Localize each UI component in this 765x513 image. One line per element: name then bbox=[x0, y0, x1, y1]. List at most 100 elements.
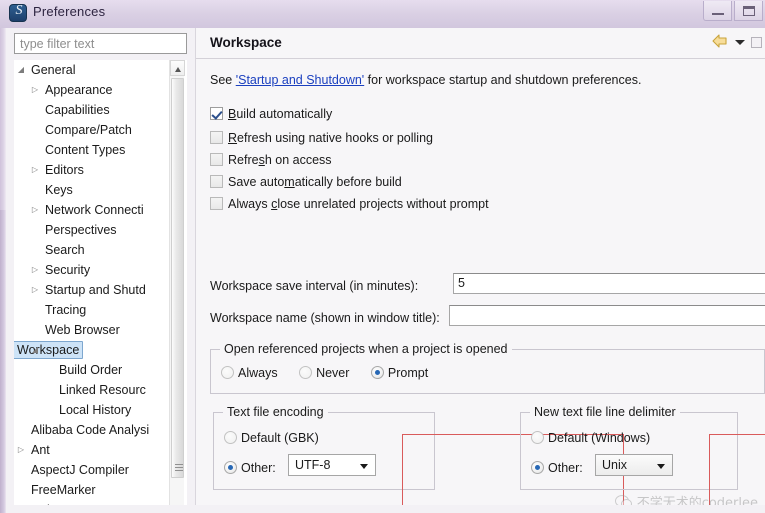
workspace-name-input[interactable] bbox=[449, 305, 765, 326]
tree-no-arrow-icon bbox=[30, 320, 40, 340]
back-arrow-icon[interactable] bbox=[711, 33, 729, 51]
sidebar-item-label: Capabilities bbox=[45, 103, 110, 117]
panel-menu-button[interactable] bbox=[751, 36, 762, 48]
sidebar-item-build-order[interactable]: Build Order bbox=[14, 360, 187, 380]
tree-no-arrow-icon bbox=[30, 220, 40, 240]
checkbox-refresh-on-access[interactable]: Refresh on access bbox=[210, 153, 332, 171]
checkbox-refresh-using-native-hooks-or-polling[interactable]: Refresh using native hooks or polling bbox=[210, 131, 433, 149]
text-file-encoding-group: Text file encoding Default (GBK) Other: … bbox=[213, 405, 435, 490]
panel-content: See 'Startup and Shutdown' for workspace… bbox=[196, 59, 765, 513]
encoding-default-radio[interactable]: Default (GBK) bbox=[224, 431, 319, 445]
radio-never-label: Never bbox=[316, 366, 350, 380]
maximize-button[interactable] bbox=[734, 1, 763, 21]
sidebar-item-freemarker[interactable]: FreeMarker bbox=[14, 480, 187, 500]
tree-collapsed-arrow-icon[interactable]: ▷ bbox=[30, 260, 40, 280]
radio-prompt[interactable]: Prompt bbox=[370, 366, 429, 380]
hint-prefix: See bbox=[210, 73, 236, 87]
tree-no-arrow-icon bbox=[44, 380, 54, 400]
sidebar-item-label: Security bbox=[45, 263, 91, 277]
radio-always[interactable]: Always bbox=[221, 366, 281, 380]
sidebar-item-capabilities[interactable]: Capabilities bbox=[14, 100, 187, 120]
checkbox-save-automatically-before-build[interactable]: Save automatically before build bbox=[210, 175, 402, 193]
sidebar-item-workspace[interactable]: ◢ Workspace bbox=[14, 340, 187, 360]
panel-header-tools bbox=[711, 33, 762, 51]
sidebar-item-label: Workspace bbox=[14, 341, 84, 359]
sidebar-item-local-history[interactable]: Local History bbox=[14, 400, 187, 420]
line-delimiter-group: New text file line delimiter Default (Wi… bbox=[520, 405, 738, 490]
sidebar-item-content-types[interactable]: Content Types bbox=[14, 140, 187, 160]
radio-prompt-label: Prompt bbox=[387, 366, 429, 380]
sidebar-item-network-connecti[interactable]: ▷ Network Connecti bbox=[14, 200, 187, 220]
eclipse-app-icon bbox=[9, 3, 28, 22]
save-interval-input[interactable]: 5 bbox=[453, 273, 765, 294]
scroll-up-arrow-icon[interactable] bbox=[170, 60, 185, 76]
sidebar-item-keys[interactable]: Keys bbox=[14, 180, 187, 200]
checkbox-always-close-unrelated-projects-without-prompt[interactable]: Always close unrelated projects without … bbox=[210, 197, 489, 215]
sidebar-item-ant[interactable]: ▷ Ant bbox=[14, 440, 187, 460]
filter-input[interactable]: type filter text bbox=[14, 33, 187, 54]
tree-collapsed-arrow-icon[interactable]: ▷ bbox=[30, 280, 40, 300]
tree-collapsed-arrow-icon[interactable]: ▷ bbox=[30, 200, 40, 220]
open-referenced-projects-title: Open referenced projects when a project … bbox=[220, 342, 512, 356]
tree-no-arrow-icon bbox=[16, 480, 26, 500]
scrollbar-thumb[interactable] bbox=[171, 78, 184, 478]
tree-no-arrow-icon bbox=[16, 420, 26, 440]
minimize-button[interactable] bbox=[703, 1, 732, 21]
tree-no-arrow-icon bbox=[30, 180, 40, 200]
tree-expanded-arrow-icon[interactable]: ◢ bbox=[30, 340, 40, 360]
checkbox-unchecked-icon bbox=[210, 131, 223, 144]
tree-no-arrow-icon bbox=[30, 240, 40, 260]
radio-prompt-indicator bbox=[370, 366, 384, 379]
sidebar-item-label: General bbox=[31, 63, 76, 77]
tree-collapsed-arrow-icon[interactable]: ▷ bbox=[16, 440, 26, 460]
sidebar-item-general[interactable]: ◢ General bbox=[14, 60, 187, 80]
sidebar-item-tracing[interactable]: Tracing bbox=[14, 300, 187, 320]
chevron-down-icon[interactable] bbox=[735, 37, 745, 47]
sidebar-item-linked-resourc[interactable]: Linked Resourc bbox=[14, 380, 187, 400]
tree-no-arrow-icon bbox=[44, 360, 54, 380]
window-controls bbox=[701, 0, 765, 24]
delimiter-default-indicator bbox=[531, 431, 544, 444]
title-bar: Preferences bbox=[0, 0, 765, 28]
tree-collapsed-arrow-icon[interactable]: ▷ bbox=[30, 80, 40, 100]
sidebar-item-label: Compare/Patch bbox=[45, 123, 132, 137]
tree-no-arrow-icon bbox=[30, 140, 40, 160]
encoding-combo[interactable]: UTF-8 bbox=[288, 454, 376, 476]
sidebar-item-search[interactable]: Search bbox=[14, 240, 187, 260]
tree-scrollbar[interactable] bbox=[169, 60, 185, 510]
startup-and-shutdown-link[interactable]: 'Startup and Shutdown' bbox=[236, 73, 364, 87]
text-file-encoding-title: Text file encoding bbox=[223, 405, 328, 419]
delimiter-combo[interactable]: Unix bbox=[595, 454, 673, 476]
open-referenced-projects-group: Open referenced projects when a project … bbox=[210, 342, 765, 394]
tree-expanded-arrow-icon[interactable]: ◢ bbox=[16, 60, 26, 80]
open-referenced-radios: Always Never Prompt bbox=[221, 366, 428, 380]
encoding-other-indicator bbox=[224, 461, 237, 474]
sidebar-item-label: Local History bbox=[59, 403, 132, 417]
sidebar-item-security[interactable]: ▷ Security bbox=[14, 260, 187, 280]
sidebar-item-editors[interactable]: ▷ Editors bbox=[14, 160, 187, 180]
radio-never-indicator bbox=[299, 366, 313, 379]
checkbox-label: Build automatically bbox=[228, 107, 333, 121]
encoding-default-label: Default (GBK) bbox=[241, 431, 319, 445]
sidebar-item-appearance[interactable]: ▷ Appearance bbox=[14, 80, 187, 100]
checkbox-build-automatically[interactable]: Build automatically bbox=[210, 107, 332, 125]
preferences-tree[interactable]: ◢ General ▷ Appearance Capabilities Compare/P… bbox=[14, 60, 187, 510]
radio-never[interactable]: Never bbox=[299, 366, 353, 380]
delimiter-other-radio[interactable]: Other: bbox=[531, 461, 583, 475]
sidebar-item-perspectives[interactable]: Perspectives bbox=[14, 220, 187, 240]
delimiter-combo-arrow-icon bbox=[657, 464, 665, 469]
sidebar-item-startup-and-shutd[interactable]: ▷ Startup and Shutd bbox=[14, 280, 187, 300]
sidebar-item-web-browser[interactable]: Web Browser bbox=[14, 320, 187, 340]
sidebar-item-label: Alibaba Code Analysi bbox=[31, 423, 150, 437]
delimiter-default-radio[interactable]: Default (Windows) bbox=[531, 431, 650, 445]
checkbox-label: Save automatically before build bbox=[228, 175, 402, 189]
encoding-other-radio[interactable]: Other: bbox=[224, 461, 276, 475]
sidebar-item-aspectj-compiler[interactable]: AspectJ Compiler bbox=[14, 460, 187, 480]
hint-suffix: for workspace startup and shutdown prefe… bbox=[364, 73, 642, 87]
tree-collapsed-arrow-icon[interactable]: ▷ bbox=[30, 160, 40, 180]
radio-always-indicator bbox=[221, 366, 234, 379]
sidebar-item-alibaba-code-analysi[interactable]: Alibaba Code Analysi bbox=[14, 420, 187, 440]
radio-always-label: Always bbox=[238, 366, 278, 380]
sidebar-item-compare-patch[interactable]: Compare/Patch bbox=[14, 120, 187, 140]
workspace-name-label: Workspace name (shown in window title): bbox=[210, 311, 440, 325]
